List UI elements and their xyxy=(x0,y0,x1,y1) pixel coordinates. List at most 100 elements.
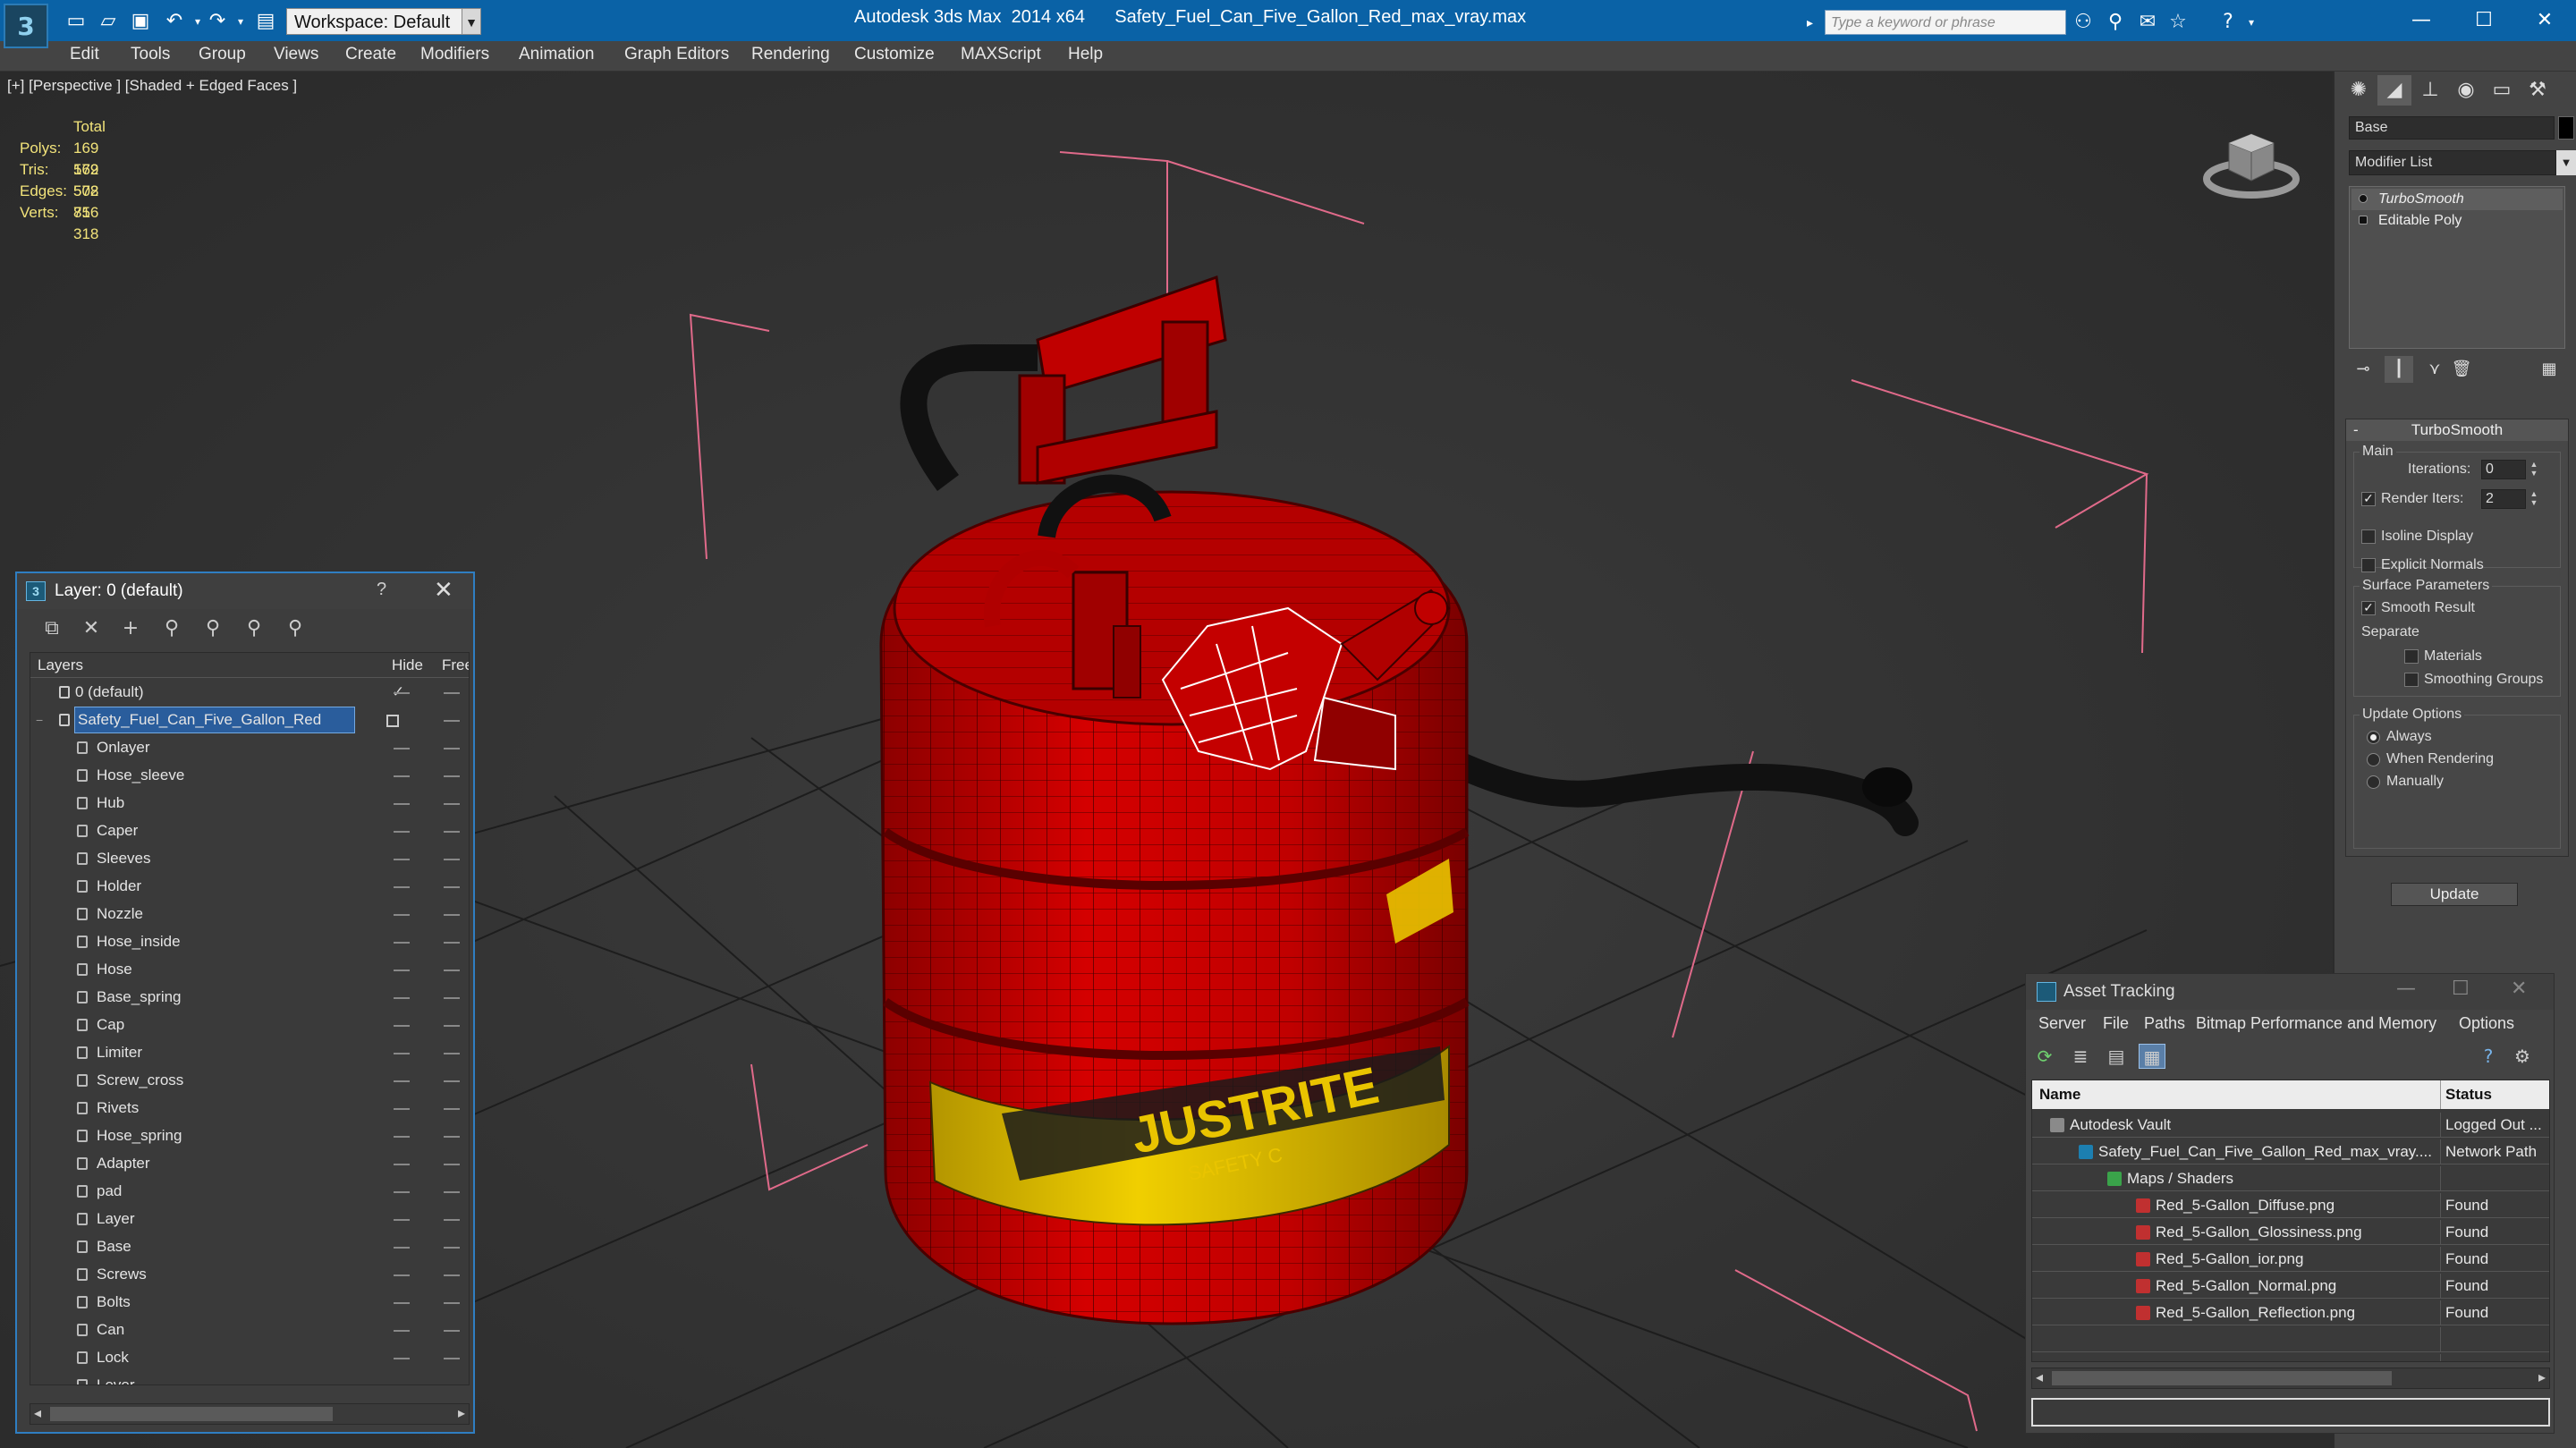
hide-toggle[interactable] xyxy=(394,1274,410,1276)
freeze-toggle[interactable] xyxy=(444,1025,460,1027)
close-button[interactable]: ✕ xyxy=(2513,0,2576,41)
communication-icon[interactable]: ✉ xyxy=(2134,10,2161,35)
spinner-arrows-icon[interactable]: ▲ ▼ xyxy=(2528,489,2540,509)
layer-object-row[interactable]: Screws xyxy=(30,1262,469,1287)
add-to-layer-icon[interactable]: + xyxy=(117,616,144,641)
settings-icon[interactable]: ⚙ xyxy=(2509,1044,2536,1069)
layer-object-row[interactable]: Holder xyxy=(30,874,469,899)
layer-object-row[interactable]: pad xyxy=(30,1179,469,1204)
horizontal-scrollbar[interactable]: ◂ ▸ xyxy=(30,1403,470,1425)
freeze-toggle[interactable] xyxy=(444,1164,460,1165)
menu-tools[interactable]: Tools xyxy=(131,45,170,64)
freeze-toggle[interactable] xyxy=(444,859,460,860)
layer-object-row[interactable]: Hose_inside xyxy=(30,929,469,954)
render-iters-checkbox[interactable]: ✓ xyxy=(2361,492,2376,506)
scroll-thumb[interactable] xyxy=(2052,1371,2392,1385)
hide-toggle[interactable] xyxy=(394,886,410,888)
smooth-result-checkbox[interactable]: ✓ xyxy=(2361,601,2376,615)
layer-dialog-titlebar[interactable]: 3 Layer: 0 (default) ? ✕ xyxy=(17,573,473,609)
maximize-button[interactable]: ☐ xyxy=(2453,0,2515,41)
hierarchy-tab-icon[interactable]: ⊥ xyxy=(2413,75,2447,106)
freeze-toggle[interactable] xyxy=(444,720,460,722)
hide-toggle[interactable] xyxy=(394,1025,410,1027)
menu-server[interactable]: Server xyxy=(2038,1014,2086,1033)
workspace-select[interactable]: Workspace: Default xyxy=(286,8,481,35)
stack-item-editable-poly[interactable]: Editable Poly xyxy=(2351,210,2563,232)
when-rendering-radio[interactable] xyxy=(2367,753,2380,766)
help-icon[interactable]: ? xyxy=(2475,1044,2502,1069)
hide-toggle[interactable] xyxy=(394,1191,410,1193)
refresh-icon[interactable]: ⟳ xyxy=(2031,1044,2058,1069)
delete-layer-icon[interactable]: ✕ xyxy=(78,616,105,641)
binoculars-icon[interactable]: ⚇ xyxy=(2070,10,2097,35)
collapse-icon[interactable]: - xyxy=(2353,419,2359,441)
column-freeze[interactable]: Free xyxy=(442,656,469,674)
freeze-toggle[interactable] xyxy=(444,775,460,777)
object-name-field[interactable]: Base xyxy=(2349,116,2555,140)
menu-graph-editors[interactable]: Graph Editors xyxy=(624,45,729,64)
asset-row[interactable]: Red_5-Gallon_Glossiness.png Found xyxy=(2032,1220,2549,1245)
modify-tab-icon[interactable]: ◢ xyxy=(2377,75,2411,106)
hide-toggle[interactable] xyxy=(394,942,410,944)
freeze-toggle[interactable] xyxy=(444,1080,460,1082)
utilities-tab-icon[interactable]: ⚒ xyxy=(2521,75,2555,106)
redo-dropdown-icon[interactable]: ▾ xyxy=(229,10,252,33)
hide-toggle[interactable] xyxy=(394,1080,410,1082)
menu-edit[interactable]: Edit xyxy=(70,45,99,64)
spinner-arrows-icon[interactable]: ▲ ▼ xyxy=(2528,460,2540,479)
freeze-toggle[interactable] xyxy=(444,1219,460,1221)
viewport-label[interactable]: [+] [Perspective ] [Shaded + Edged Faces… xyxy=(7,77,297,95)
hide-toggle[interactable] xyxy=(394,1164,410,1165)
materials-checkbox[interactable] xyxy=(2404,649,2419,664)
table-view-icon[interactable]: ▤ xyxy=(2103,1044,2130,1069)
menu-maxscript[interactable]: MAXScript xyxy=(961,45,1041,64)
menu-views[interactable]: Views xyxy=(274,45,318,64)
remove-modifier-icon[interactable]: 🗑 xyxy=(2447,356,2476,383)
chevron-down-icon[interactable]: ▼ xyxy=(462,8,481,35)
freeze-toggle[interactable] xyxy=(444,1108,460,1110)
motion-tab-icon[interactable]: ◉ xyxy=(2449,75,2483,106)
column-status[interactable]: Status xyxy=(2445,1086,2492,1104)
freeze-toggle[interactable] xyxy=(444,1274,460,1276)
asset-row[interactable]: Safety_Fuel_Can_Five_Gallon_Red_max_vray… xyxy=(2032,1139,2549,1164)
highlight-layer-icon[interactable]: ⚲ xyxy=(199,616,226,641)
freeze-toggle[interactable] xyxy=(444,942,460,944)
column-layers[interactable]: Layers xyxy=(38,656,83,674)
asset-path-field[interactable] xyxy=(2031,1398,2550,1427)
pin-stack-icon[interactable]: ⊸ xyxy=(2349,356,2377,383)
freeze-toggle[interactable] xyxy=(444,1247,460,1249)
horizontal-scrollbar[interactable]: ◂ ▸ xyxy=(2031,1368,2550,1389)
hide-toggle[interactable] xyxy=(394,997,410,999)
freeze-all-layers-icon[interactable]: ⚲ xyxy=(282,616,309,641)
asset-tracking-titlebar[interactable]: Asset Tracking — ☐ ✕ xyxy=(2026,974,2554,1010)
update-button[interactable]: Update xyxy=(2391,883,2518,906)
menu-modifiers[interactable]: Modifiers xyxy=(420,45,489,64)
freeze-toggle[interactable] xyxy=(444,1302,460,1304)
layer-object-row[interactable]: Base xyxy=(30,1234,469,1259)
freeze-toggle[interactable] xyxy=(444,831,460,833)
layer-object-row[interactable]: Lever xyxy=(30,1373,469,1384)
hide-toggle[interactable] xyxy=(394,1219,410,1221)
explicit-normals-checkbox[interactable] xyxy=(2361,558,2376,572)
hide-toggle[interactable] xyxy=(394,831,410,833)
viewcube-icon[interactable] xyxy=(2202,116,2301,206)
layer-object-row[interactable]: Caper xyxy=(30,818,469,843)
scroll-right-icon[interactable]: ▸ xyxy=(2538,1368,2546,1385)
layer-object-row[interactable]: Sleeves xyxy=(30,846,469,871)
freeze-toggle[interactable] xyxy=(444,803,460,805)
hide-all-layers-icon[interactable]: ⚲ xyxy=(241,616,267,641)
menu-customize[interactable]: Customize xyxy=(854,45,935,64)
hide-toggle[interactable] xyxy=(394,859,410,860)
menu-options[interactable]: Options xyxy=(2459,1014,2514,1033)
close-icon[interactable]: ✕ xyxy=(434,577,453,604)
render-iters-spinner[interactable]: 2 xyxy=(2481,489,2526,509)
menu-paths[interactable]: Paths xyxy=(2144,1014,2185,1033)
menu-help[interactable]: Help xyxy=(1068,45,1103,64)
redo-icon[interactable]: ↷ xyxy=(206,10,229,33)
asset-row[interactable]: Red_5-Gallon_Normal.png Found xyxy=(2032,1274,2549,1299)
menu-group[interactable]: Group xyxy=(199,45,246,64)
freeze-toggle[interactable] xyxy=(444,1358,460,1359)
hide-toggle[interactable] xyxy=(394,1136,410,1138)
smoothing-groups-checkbox[interactable] xyxy=(2404,673,2419,687)
open-file-icon[interactable]: ▱ xyxy=(97,10,120,33)
